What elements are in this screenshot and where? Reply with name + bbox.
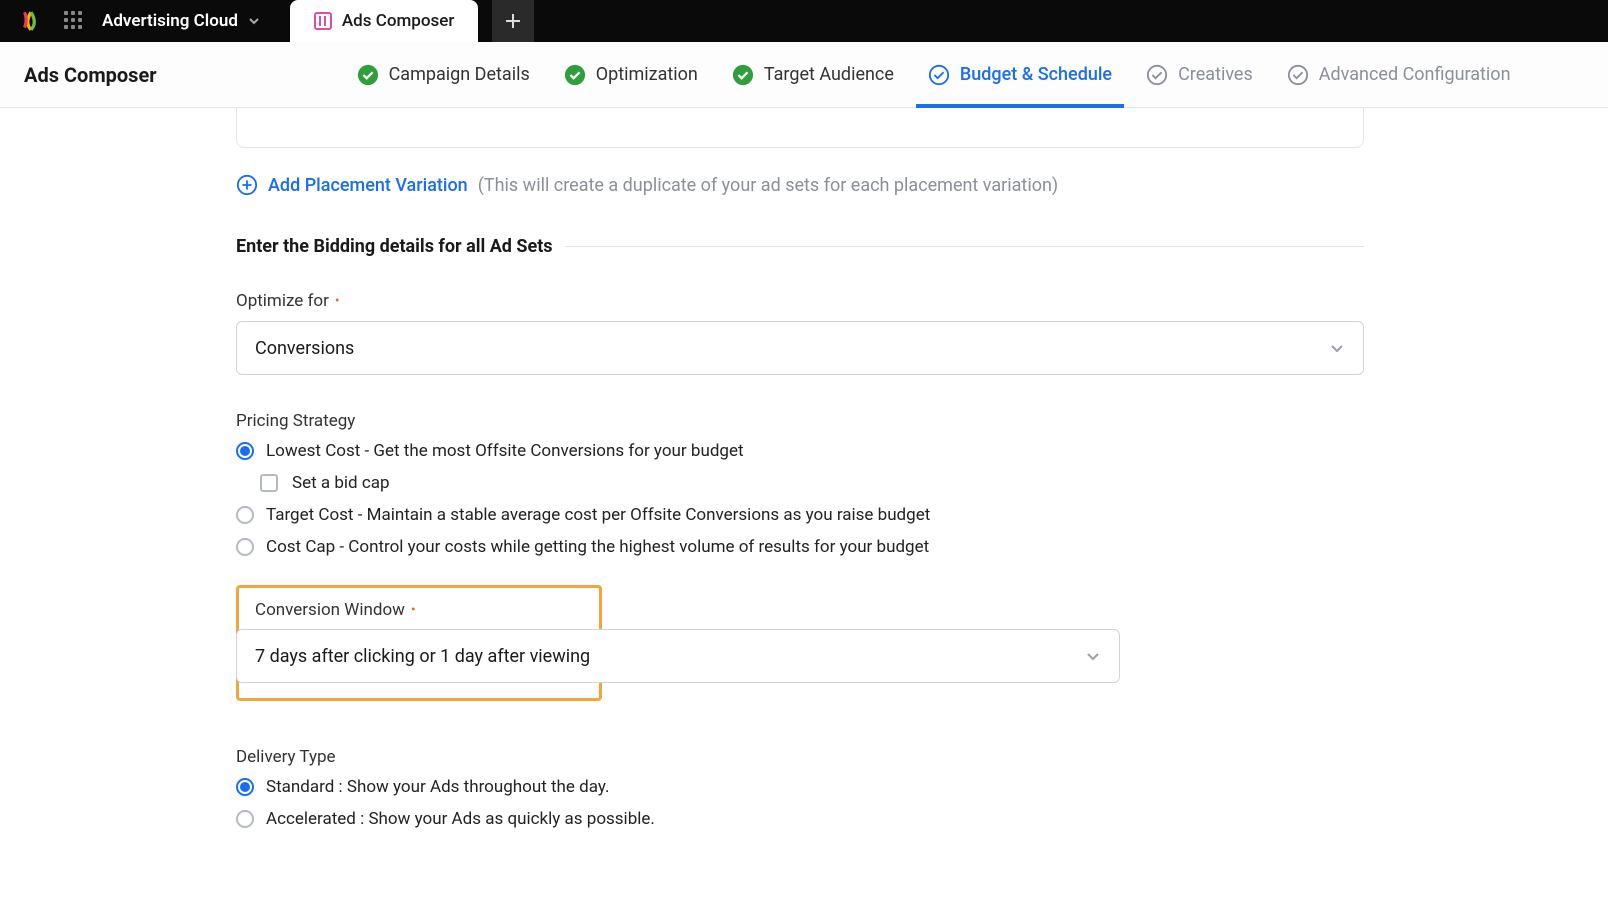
optimize-for-value: Conversions — [255, 338, 354, 359]
delivery-option-0[interactable]: Standard : Show your Ads throughout the … — [236, 777, 1364, 797]
pricing-option-label: Lowest Cost - Get the most Offsite Conve… — [266, 441, 744, 461]
delivery-type-group: Standard : Show your Ads throughout the … — [236, 777, 1364, 829]
radio-icon — [236, 506, 254, 524]
wizard-step-campaign-details[interactable]: Campaign Details — [357, 42, 530, 107]
radio-icon — [236, 810, 254, 828]
pricing-option-1[interactable]: Target Cost - Maintain a stable average … — [236, 505, 1364, 525]
brand-logo-icon — [16, 6, 46, 36]
composer-icon — [314, 12, 332, 30]
pricing-option-label: Target Cost - Maintain a stable average … — [266, 505, 930, 525]
conversion-window-value: 7 days after clicking or 1 day after vie… — [255, 646, 590, 667]
plus-circle-icon — [236, 174, 258, 196]
wizard-steps: Campaign Details Optimization Target Audie… — [357, 42, 1511, 107]
check-circle-outline-icon — [1287, 64, 1309, 86]
check-circle-outline-icon — [928, 64, 950, 86]
wizard-step-target-audience[interactable]: Target Audience — [732, 42, 894, 107]
radio-icon — [236, 442, 254, 460]
step-label: Creatives — [1178, 64, 1253, 85]
step-label: Campaign Details — [389, 64, 530, 85]
step-label: Advanced Configuration — [1319, 64, 1511, 85]
bid-cap-checkbox-row[interactable]: Set a bid cap — [260, 473, 1364, 493]
pricing-option-0[interactable]: Lowest Cost - Get the most Offsite Conve… — [236, 441, 1364, 461]
step-label: Budget & Schedule — [960, 64, 1112, 85]
chevron-down-icon — [1085, 648, 1101, 664]
delivery-option-1[interactable]: Accelerated : Show your Ads as quickly a… — [236, 809, 1364, 829]
checkbox-icon — [260, 474, 278, 492]
page-title: Ads Composer — [24, 63, 157, 87]
check-circle-icon — [564, 64, 586, 86]
wizard-header: Ads Composer Campaign Details Optimizatio… — [0, 42, 1608, 108]
delivery-type-label: Delivery Type — [236, 747, 1364, 767]
conversion-window-select[interactable]: 7 days after clicking or 1 day after vie… — [236, 629, 1120, 683]
chevron-down-icon — [1329, 340, 1345, 356]
radio-icon — [236, 538, 254, 556]
add-placement-note: (This will create a duplicate of your ad… — [478, 175, 1058, 196]
product-dropdown[interactable]: Advertising Cloud — [102, 11, 260, 31]
check-circle-icon — [732, 64, 754, 86]
bid-cap-label: Set a bid cap — [292, 473, 390, 493]
tab-strip: Ads Composer — [290, 0, 534, 42]
step-label: Target Audience — [764, 64, 894, 85]
radio-icon — [236, 778, 254, 796]
check-circle-outline-icon — [1146, 64, 1168, 86]
app-topbar: Advertising Cloud Ads Composer — [0, 0, 1608, 42]
pricing-strategy-label: Pricing Strategy — [236, 411, 1364, 431]
step-label: Optimization — [596, 64, 698, 85]
bidding-header-text: Enter the Bidding details for all Ad Set… — [236, 236, 553, 257]
conversion-window-label: Conversion Window• — [255, 600, 583, 620]
wizard-step-creatives[interactable]: Creatives — [1146, 42, 1253, 107]
app-switcher-icon[interactable] — [64, 11, 84, 31]
wizard-step-advanced-configuration[interactable]: Advanced Configuration — [1287, 42, 1511, 107]
delivery-option-label: Standard : Show your Ads throughout the … — [266, 777, 610, 797]
product-name-label: Advertising Cloud — [102, 11, 238, 31]
previous-card-bottom — [236, 108, 1364, 148]
pricing-strategy-group: Lowest Cost - Get the most Offsite Conve… — [236, 441, 1364, 557]
optimize-for-select[interactable]: Conversions — [236, 321, 1364, 375]
bidding-section-header: Enter the Bidding details for all Ad Set… — [236, 236, 1364, 257]
delivery-option-label: Accelerated : Show your Ads as quickly a… — [266, 809, 655, 829]
chevron-down-icon — [248, 15, 260, 27]
pricing-option-label: Cost Cap - Control your costs while gett… — [266, 537, 929, 557]
form-content: Add Placement Variation (This will creat… — [0, 108, 1608, 889]
tab-ads-composer[interactable]: Ads Composer — [290, 0, 478, 42]
wizard-step-optimization[interactable]: Optimization — [564, 42, 698, 107]
pricing-option-2[interactable]: Cost Cap - Control your costs while gett… — [236, 537, 1364, 557]
add-placement-link[interactable]: Add Placement Variation — [268, 175, 468, 196]
new-tab-button[interactable] — [492, 0, 534, 42]
wizard-step-budget-schedule[interactable]: Budget & Schedule — [928, 42, 1112, 107]
tab-label: Ads Composer — [342, 11, 454, 31]
check-circle-icon — [357, 64, 379, 86]
plus-icon — [504, 12, 522, 30]
optimize-for-label: Optimize for• — [236, 291, 1364, 311]
add-placement-row: Add Placement Variation (This will creat… — [236, 174, 1364, 196]
